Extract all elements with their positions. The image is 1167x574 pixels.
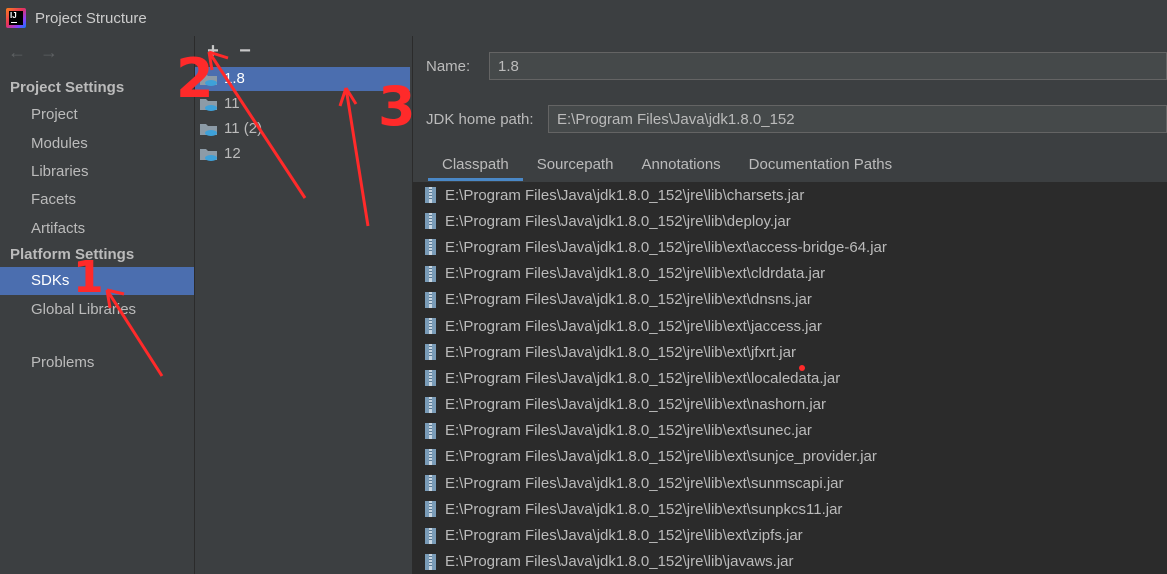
classpath-entry[interactable]: E:\Program Files\Java\jdk1.8.0_152\jre\l… xyxy=(413,418,1167,444)
jar-archive-icon xyxy=(425,553,436,570)
jar-archive-icon xyxy=(425,344,436,361)
classpath-entry[interactable]: E:\Program Files\Java\jdk1.8.0_152\jre\l… xyxy=(413,339,1167,365)
classpath-entry[interactable]: E:\Program Files\Java\jdk1.8.0_152\jre\l… xyxy=(413,522,1167,548)
intellij-app-icon: IJ xyxy=(6,8,26,28)
jar-archive-icon xyxy=(425,291,436,308)
sdk-item-label: 12 xyxy=(224,145,241,162)
sidebar-item-project[interactable]: Project xyxy=(0,101,194,129)
sdk-item[interactable]: 12 xyxy=(195,142,410,166)
classpath-entry[interactable]: E:\Program Files\Java\jdk1.8.0_152\jre\l… xyxy=(413,444,1167,470)
sidebar-item-artifacts[interactable]: Artifacts xyxy=(0,215,194,243)
tab-documentation-paths[interactable]: Documentation Paths xyxy=(735,152,906,178)
classpath-entry[interactable]: E:\Program Files\Java\jdk1.8.0_152\jre\l… xyxy=(413,496,1167,522)
classpath-entry-path: E:\Program Files\Java\jdk1.8.0_152\jre\l… xyxy=(445,500,843,518)
classpath-entry-path: E:\Program Files\Java\jdk1.8.0_152\jre\l… xyxy=(445,265,826,283)
sidebar-item-problems[interactable]: Problems xyxy=(0,349,194,377)
jar-archive-icon xyxy=(425,422,436,439)
classpath-entry-path: E:\Program Files\Java\jdk1.8.0_152\jre\l… xyxy=(445,343,796,361)
jar-archive-icon xyxy=(425,265,436,282)
sdk-item-label: 11 (2) xyxy=(224,120,263,137)
jar-archive-icon xyxy=(425,239,436,256)
jdk-folder-icon xyxy=(200,124,217,136)
jar-archive-icon xyxy=(425,475,436,492)
jdk-folder-icon xyxy=(200,149,217,161)
project-settings-heading: Project Settings xyxy=(10,79,125,96)
title-bar: IJ Project Structure xyxy=(0,0,1167,36)
classpath-entry[interactable]: E:\Program Files\Java\jdk1.8.0_152\jre\l… xyxy=(413,392,1167,418)
classpath-list: E:\Program Files\Java\jdk1.8.0_152\jre\l… xyxy=(413,182,1167,574)
jar-archive-icon xyxy=(425,213,436,230)
classpath-entry[interactable]: E:\Program Files\Java\jdk1.8.0_152\jre\l… xyxy=(413,234,1167,260)
jar-archive-icon xyxy=(425,370,436,387)
classpath-entry[interactable]: E:\Program Files\Java\jdk1.8.0_152\jre\l… xyxy=(413,470,1167,496)
classpath-entry-path: E:\Program Files\Java\jdk1.8.0_152\jre\l… xyxy=(445,291,812,309)
classpath-entry[interactable]: E:\Program Files\Java\jdk1.8.0_152\jre\l… xyxy=(413,182,1167,208)
classpath-entry[interactable]: E:\Program Files\Java\jdk1.8.0_152\jre\l… xyxy=(413,313,1167,339)
classpath-entry[interactable]: E:\Program Files\Java\jdk1.8.0_152\jre\l… xyxy=(413,208,1167,234)
classpath-entry[interactable]: E:\Program Files\Java\jdk1.8.0_152\jre\l… xyxy=(413,261,1167,287)
sidebar-item-libraries[interactable]: Libraries xyxy=(0,158,194,186)
classpath-entry-path: E:\Program Files\Java\jdk1.8.0_152\jre\l… xyxy=(445,212,791,230)
classpath-entry-path: E:\Program Files\Java\jdk1.8.0_152\jre\l… xyxy=(445,369,841,387)
classpath-entry-path: E:\Program Files\Java\jdk1.8.0_152\jre\l… xyxy=(445,186,805,204)
classpath-entry[interactable]: E:\Program Files\Java\jdk1.8.0_152\jre\l… xyxy=(413,365,1167,391)
tab-classpath[interactable]: Classpath xyxy=(428,152,523,181)
name-label: Name: xyxy=(426,58,471,75)
forward-arrow-icon[interactable]: → xyxy=(40,40,58,64)
classpath-entry-path: E:\Program Files\Java\jdk1.8.0_152\jre\l… xyxy=(445,474,844,492)
tab-annotations[interactable]: Annotations xyxy=(627,152,734,178)
remove-sdk-button[interactable]: − xyxy=(237,38,253,64)
classpath-entry[interactable]: E:\Program Files\Java\jdk1.8.0_152\jre\l… xyxy=(413,549,1167,574)
classpath-entry-path: E:\Program Files\Java\jdk1.8.0_152\jre\l… xyxy=(445,527,803,545)
jdk-home-input[interactable]: E:\Program Files\Java\jdk1.8.0_152 xyxy=(548,105,1167,133)
window-title: Project Structure xyxy=(35,9,147,27)
classpath-entry[interactable]: E:\Program Files\Java\jdk1.8.0_152\jre\l… xyxy=(413,287,1167,313)
classpath-entry-path: E:\Program Files\Java\jdk1.8.0_152\jre\l… xyxy=(445,422,812,440)
annotation-number-1: 1 xyxy=(73,252,104,303)
path-tabs: Classpath Sourcepath Annotations Documen… xyxy=(428,152,906,181)
classpath-entry-path: E:\Program Files\Java\jdk1.8.0_152\jre\l… xyxy=(445,553,794,571)
jar-archive-icon xyxy=(425,501,436,518)
sdk-item-label: 1.8 xyxy=(224,70,245,87)
jar-archive-icon xyxy=(425,448,436,465)
jar-archive-icon xyxy=(425,396,436,413)
jar-archive-icon xyxy=(425,527,436,544)
sdk-detail-panel: Name: 1.8 JDK home path: E:\Program File… xyxy=(413,36,1167,574)
settings-sidebar: ← → Project Settings Project Modules Lib… xyxy=(0,36,195,574)
annotation-number-2: 2 xyxy=(176,47,214,110)
tab-sourcepath[interactable]: Sourcepath xyxy=(523,152,628,178)
back-arrow-icon[interactable]: ← xyxy=(8,40,26,64)
sidebar-item-facets[interactable]: Facets xyxy=(0,186,194,214)
annotation-number-3: 3 xyxy=(378,75,416,138)
classpath-entry-path: E:\Program Files\Java\jdk1.8.0_152\jre\l… xyxy=(445,317,822,335)
classpath-entry-path: E:\Program Files\Java\jdk1.8.0_152\jre\l… xyxy=(445,238,887,256)
sdk-item-label: 11 xyxy=(224,95,240,112)
name-input[interactable]: 1.8 xyxy=(489,52,1167,80)
jar-archive-icon xyxy=(425,187,436,204)
sidebar-item-modules[interactable]: Modules xyxy=(0,130,194,158)
jar-archive-icon xyxy=(425,318,436,335)
classpath-entry-path: E:\Program Files\Java\jdk1.8.0_152\jre\l… xyxy=(445,396,827,414)
jdk-home-label: JDK home path: xyxy=(426,111,534,128)
classpath-entry-path: E:\Program Files\Java\jdk1.8.0_152\jre\l… xyxy=(445,448,877,466)
